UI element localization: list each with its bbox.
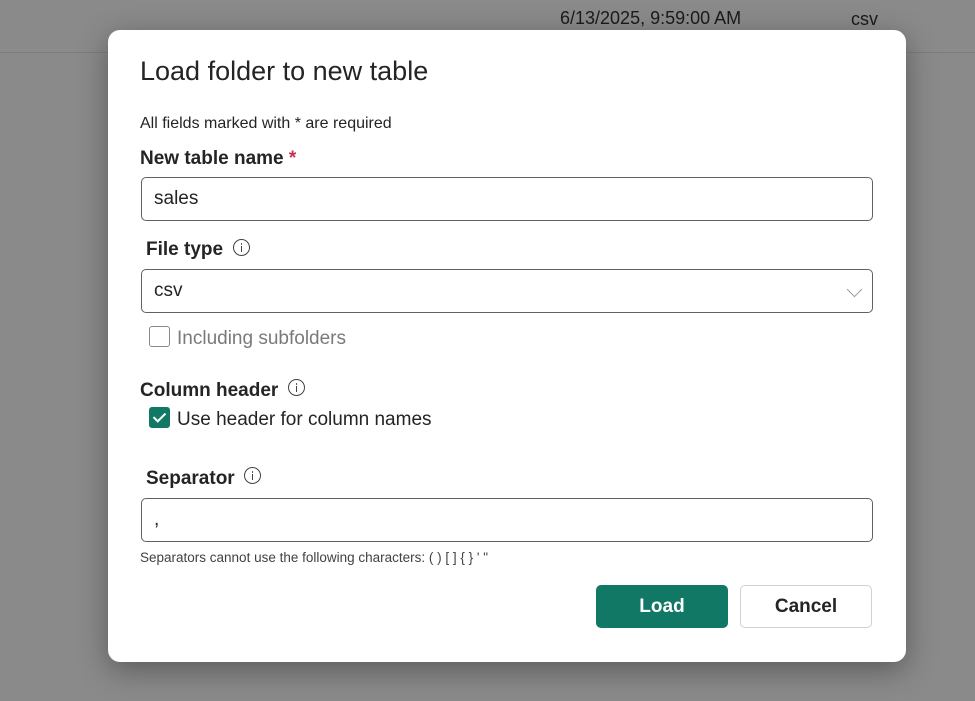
- subfolders-checkbox[interactable]: [149, 326, 170, 347]
- background-date: 6/13/2025, 9:59:00 AM: [560, 8, 742, 28]
- file-type-info-icon[interactable]: [233, 239, 250, 256]
- file-type-selected-value: csv: [154, 280, 183, 301]
- use-header-checkbox[interactable]: [149, 407, 170, 428]
- column-header-info-icon[interactable]: [288, 379, 305, 396]
- use-header-checkbox-label[interactable]: Use header for column names: [177, 409, 432, 431]
- column-header-label: Column header: [140, 380, 279, 401]
- dialog-title: Load folder to new table: [140, 56, 429, 86]
- load-button[interactable]: Load: [596, 585, 728, 628]
- file-type-label: File type: [146, 239, 224, 260]
- required-asterisk: *: [288, 148, 297, 169]
- subfolders-checkbox-label[interactable]: Including subfolders: [177, 328, 346, 350]
- load-folder-dialog: Load folder to new table All fields mark…: [108, 30, 906, 662]
- separator-hint: Separators cannot use the following char…: [140, 550, 489, 565]
- separator-info-icon[interactable]: [244, 467, 261, 484]
- chevron-down-icon: [846, 281, 863, 298]
- table-name-label-text: New table name: [140, 148, 284, 169]
- cancel-button[interactable]: Cancel: [740, 585, 872, 628]
- table-name-input[interactable]: sales: [141, 177, 873, 221]
- separator-label: Separator: [146, 468, 235, 489]
- table-name-label: New table name *: [140, 148, 296, 170]
- file-type-dropdown[interactable]: csv: [141, 269, 873, 313]
- separator-input[interactable]: ,: [141, 498, 873, 542]
- required-fields-note: All fields marked with * are required: [140, 115, 392, 132]
- background-file-type: csv: [851, 9, 878, 29]
